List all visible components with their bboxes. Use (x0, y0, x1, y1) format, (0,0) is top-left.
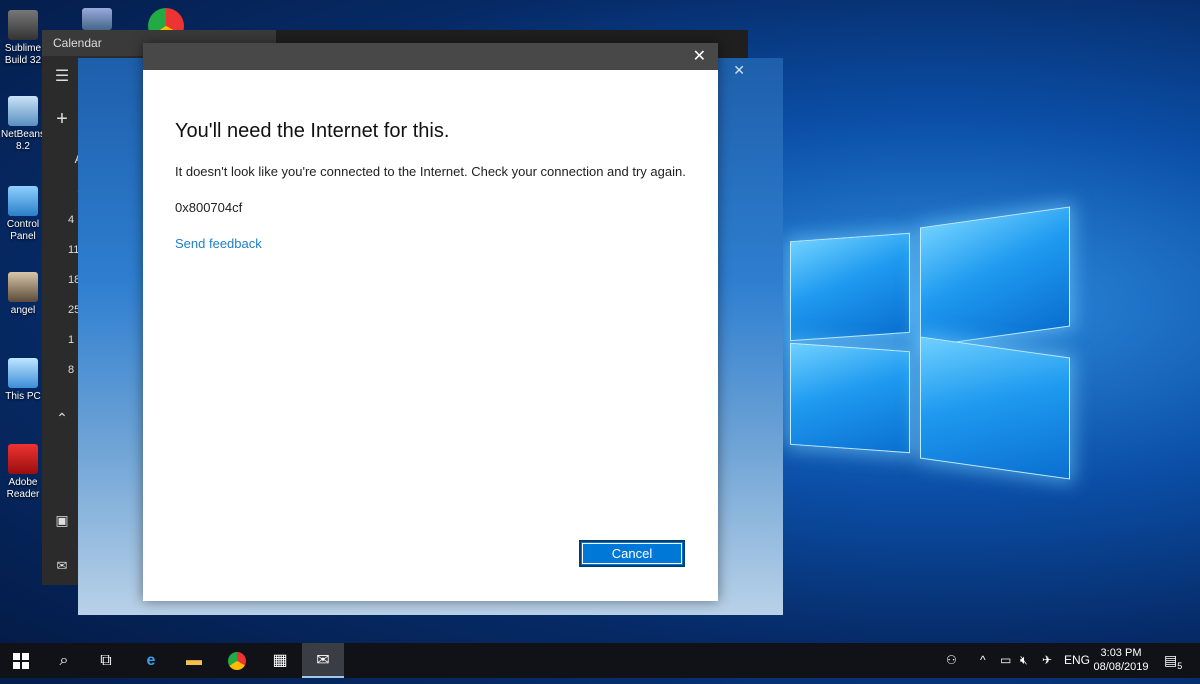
desktop-icon-label: angel (10, 305, 36, 316)
computer-icon (8, 358, 38, 388)
start-button[interactable] (0, 643, 42, 678)
desktop-icon-adobe-reader[interactable]: Adobe Reader (0, 444, 46, 501)
calendar-sidebar: ☰ + Au Su ⌃ ▣ ✉ (42, 56, 91, 585)
airplane-mode-icon[interactable]: ✈ (1042, 643, 1052, 678)
chevron-up-icon[interactable]: ⌃ (42, 410, 82, 427)
taskbar: ⌕ ⧉ e ▬ ▦ ✉ ⚇ ^ ▭ 🔇︎ ✈ ENG 3:03 PM 08/08… (0, 643, 1200, 678)
dialog-message: It doesn't look like you're connected to… (175, 164, 686, 179)
netbeans-icon (8, 96, 38, 126)
mail-icon[interactable]: ✉ (42, 558, 82, 574)
people-icon[interactable]: ⚇ (946, 643, 957, 678)
user-photo-icon (8, 272, 38, 302)
logo-pane (920, 206, 1070, 348)
calendar-view-icon[interactable]: ▣ (42, 512, 82, 529)
desktop-icon-label: Adobe Reader (6, 477, 40, 500)
desktop-icon-label: This PC (5, 391, 41, 402)
add-event-icon[interactable]: + (42, 108, 82, 131)
windows-start-icon (13, 652, 29, 669)
logo-pane (790, 342, 910, 454)
calendar-date[interactable]: 4 (68, 214, 74, 226)
control-panel-icon (8, 186, 38, 216)
desktop-icon-label: Sublime Build 32 (4, 43, 42, 66)
adobe-reader-icon (8, 444, 38, 474)
desktop-icon-angel[interactable]: angel (0, 272, 46, 317)
calendar-date[interactable]: 1 (68, 334, 74, 346)
system-clock[interactable]: 3:03 PM 08/08/2019 (1090, 646, 1152, 674)
no-internet-dialog: ✕ You'll need the Internet for this. It … (143, 43, 718, 601)
recycle-bin-icon[interactable] (82, 8, 112, 30)
show-hidden-icons-chevron-icon[interactable]: ^ (980, 643, 986, 678)
hamburger-menu-icon[interactable]: ☰ (42, 66, 82, 86)
edge-browser-icon[interactable]: e (130, 643, 172, 678)
task-view-icon[interactable]: ⧉ (85, 643, 127, 678)
cancel-button[interactable]: Cancel (579, 540, 685, 567)
dialog-titlebar: ✕ (143, 43, 718, 70)
error-code: 0x800704cf (175, 200, 243, 215)
desktop-icon-label: NetBeans 8.2 (1, 129, 45, 152)
battery-icon[interactable]: ▭ (1000, 643, 1011, 678)
search-icon[interactable]: ⌕ (43, 643, 85, 678)
sublime-icon (8, 10, 38, 40)
clock-date: 08/08/2019 (1093, 661, 1149, 673)
language-indicator[interactable]: ENG (1064, 643, 1090, 678)
volume-muted-icon[interactable]: 🔇︎ (1020, 643, 1028, 678)
action-center-icon[interactable]: ▤5 (1164, 643, 1182, 678)
mail-app-icon[interactable]: ✉ (302, 643, 344, 678)
desktop-icon-netbeans[interactable]: NetBeans 8.2 (0, 96, 46, 153)
chrome-taskbar-icon[interactable] (216, 643, 258, 678)
windows-logo-wallpaper (780, 195, 1080, 485)
desktop-icon-control-panel[interactable]: Control Panel (0, 186, 46, 243)
chrome-icon (228, 651, 246, 670)
dialog-heading: You'll need the Internet for this. (175, 120, 450, 142)
calendar-app-icon[interactable]: ▦ (259, 643, 301, 678)
file-explorer-icon[interactable]: ▬ (173, 643, 215, 678)
close-icon[interactable]: ✕ (693, 46, 706, 66)
notification-count: 5 (1177, 660, 1183, 671)
clock-time: 3:03 PM (1100, 647, 1142, 659)
desktop-icon-this-pc[interactable]: This PC (0, 358, 46, 403)
send-feedback-link[interactable]: Send feedback (175, 236, 262, 251)
desktop-icon-sublime[interactable]: Sublime Build 32 (0, 10, 46, 67)
desktop-icon-label: Control Panel (6, 219, 40, 242)
logo-pane (790, 232, 910, 342)
logo-pane (920, 336, 1070, 480)
calendar-date[interactable]: 8 (68, 364, 74, 376)
